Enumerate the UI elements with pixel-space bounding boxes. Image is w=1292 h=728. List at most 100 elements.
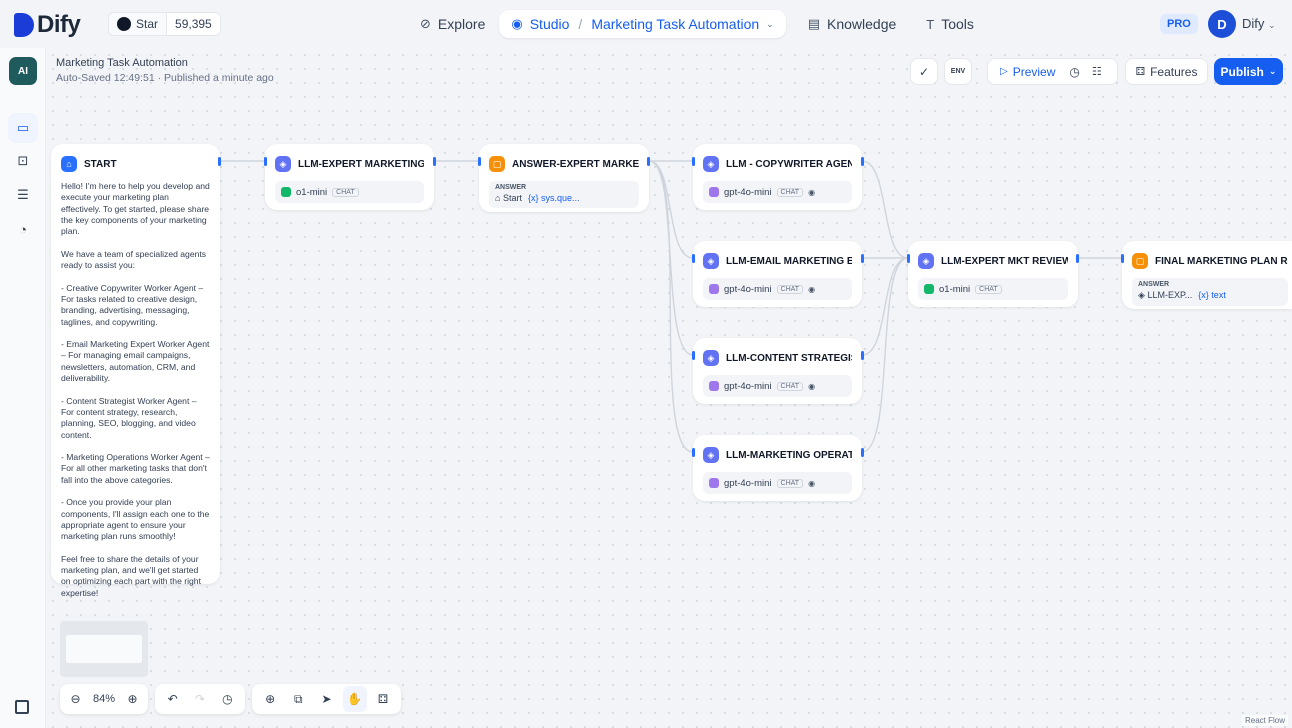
react-flow-attribution[interactable]: React Flow (1241, 715, 1288, 726)
llm-icon: ◈ (703, 350, 719, 366)
input-handle[interactable] (478, 157, 481, 166)
user-name[interactable]: Dify ⌄ (1242, 16, 1276, 31)
minimap[interactable] (60, 621, 148, 677)
llm-review-node[interactable]: ◈ LLM-EXPERT MKT REVIEW o1-mini CHAT (908, 241, 1078, 307)
dify-logo-icon (14, 13, 34, 37)
nav-tools[interactable]: T Tools (916, 10, 984, 38)
input-handle[interactable] (1121, 254, 1124, 263)
answer-label: ANSWER (495, 184, 527, 191)
llm-content-node[interactable]: ◈ LLM-CONTENT STRATEGIST gpt-4o-mini CHA… (693, 338, 862, 404)
answer-variable: {x} sys.que... (527, 193, 580, 203)
api-terminal-icon[interactable]: ⊡ (8, 146, 38, 176)
output-handle[interactable] (861, 157, 864, 166)
zoom-out-icon[interactable]: ⊖ (66, 686, 85, 712)
zoom-level[interactable]: 84% (89, 686, 119, 712)
answer-box: ANSWER ◈ LLM-EXP... {x} text (1132, 278, 1288, 306)
plan-badge[interactable]: PRO (1160, 14, 1198, 34)
avatar[interactable]: D (1208, 10, 1236, 38)
model-mode-badge: CHAT (776, 187, 804, 197)
minimap-viewport[interactable] (66, 635, 142, 663)
add-note-icon[interactable]: ⧉ (286, 686, 310, 712)
nav-explore-label: Explore (437, 16, 486, 32)
version-history-icon[interactable]: ◷ (216, 686, 239, 712)
input-handle[interactable] (907, 254, 910, 263)
input-handle[interactable] (692, 157, 695, 166)
llm-ops-node[interactable]: ◈ LLM-MARKETING OPERATION gpt-4o-mini CH… (693, 435, 862, 501)
model-mode-badge: CHAT (332, 187, 359, 197)
chevron-down-icon[interactable]: ⌄ (766, 19, 774, 30)
hand-icon[interactable]: ✋ (342, 686, 367, 712)
model-name: gpt-4o-mini (724, 186, 772, 198)
openai-icon (924, 284, 934, 294)
undo-icon[interactable]: ↶ (161, 686, 184, 712)
output-handle[interactable] (218, 157, 221, 166)
answer-expert-marketing-node[interactable]: ▢ ANSWER-EXPERT MARKETING ANSWER ⌂ Start… (479, 144, 649, 212)
checklist-icon[interactable]: ✓ (910, 58, 938, 85)
model-mode-badge: CHAT (776, 478, 804, 488)
output-handle[interactable] (861, 351, 864, 360)
chevron-down-icon: ⌄ (1268, 20, 1276, 30)
app-icon[interactable]: AI (9, 57, 37, 85)
nav-separator: / (578, 16, 583, 32)
history-icon[interactable]: ◷ (1069, 65, 1079, 79)
logo-text: Dify (37, 11, 81, 38)
orchestrate-icon[interactable]: ▭ (8, 113, 38, 143)
publish-button[interactable]: Publish ⌄ (1214, 58, 1283, 85)
model-selector: gpt-4o-mini CHAT ◉ (703, 472, 852, 494)
start-node[interactable]: ⌂ START Hello! I'm here to help you deve… (51, 144, 220, 598)
app-sidebar: AI ▭ ⊡ ☰ ◔ (0, 48, 46, 728)
app-title: Marketing Task Automation (56, 57, 188, 69)
llm-icon: ◈ (703, 447, 719, 463)
llm-email-node[interactable]: ◈ LLM-EMAIL MARKETING EXPE gpt-4o-mini C… (693, 241, 862, 307)
nav-knowledge[interactable]: ▤ Knowledge (798, 10, 907, 38)
input-handle[interactable] (264, 157, 267, 166)
model-selector: gpt-4o-mini CHAT ◉ (703, 375, 852, 397)
organize-icon[interactable]: ⚃ (371, 686, 395, 712)
answer-source: ⌂ Start (495, 193, 522, 203)
redo-icon[interactable]: ↷ (188, 686, 211, 712)
llm-copywriter-node[interactable]: ◈ LLM - COPYWRITER AGENT gpt-4o-mini CHA… (693, 144, 862, 210)
input-handle[interactable] (692, 254, 695, 263)
answer-icon: ▢ (489, 156, 505, 172)
node-title: LLM-EXPERT MARKETING (298, 158, 424, 170)
model-selector: o1-mini CHAT (275, 181, 424, 203)
output-handle[interactable] (647, 157, 650, 166)
github-star-button[interactable]: Star (109, 13, 168, 35)
output-handle[interactable] (1076, 254, 1079, 263)
features-button[interactable]: ⚃ Features (1125, 58, 1208, 85)
features-icon: ⚃ (1135, 66, 1146, 78)
app-selector-label[interactable]: Marketing Task Automation (591, 16, 759, 32)
output-handle[interactable] (433, 157, 436, 166)
output-handle[interactable] (861, 254, 864, 263)
zoom-in-icon[interactable]: ⊕ (123, 686, 142, 712)
start-opening-text: Hello! I'm here to help you develop and … (61, 181, 210, 598)
dify-logo[interactable]: Dify (14, 11, 81, 39)
output-handle[interactable] (861, 448, 864, 457)
llm-expert-marketing-node[interactable]: ◈ LLM-EXPERT MARKETING o1-mini CHAT (265, 144, 434, 210)
robot-icon: ◉ (511, 16, 523, 31)
logs-icon[interactable]: ☰ (8, 180, 38, 210)
features-label: Features (1150, 64, 1198, 79)
llm-icon: ◈ (918, 253, 934, 269)
preview-button[interactable]: ▷ Preview (1000, 65, 1055, 79)
preview-label: Preview (1012, 64, 1056, 79)
run-checklist-icon[interactable]: ☷ (1092, 65, 1102, 78)
input-handle[interactable] (692, 351, 695, 360)
pointer-icon[interactable]: ➤ (314, 686, 338, 712)
nav-explore[interactable]: ⊘ Explore (410, 10, 495, 38)
nav-studio[interactable]: ◉ Studio / Marketing Task Automation ⌄ (499, 10, 786, 38)
sidebar-toggle-icon[interactable] (15, 700, 29, 714)
answer-icon: ▢ (1132, 253, 1148, 269)
model-provider-icon (709, 381, 719, 391)
node-title: LLM-EMAIL MARKETING EXPE (726, 255, 852, 267)
llm-icon: ◈ (703, 156, 719, 172)
final-answer-node[interactable]: ▢ FINAL MARKETING PLAN REVI ANSWER ◈ LLM… (1122, 241, 1292, 309)
monitoring-icon[interactable]: ◔ (8, 214, 38, 244)
input-handle[interactable] (692, 448, 695, 457)
llm-icon: ◈ (1138, 290, 1145, 300)
env-button[interactable]: ENV (944, 58, 972, 85)
add-node-icon[interactable]: ⊕ (258, 686, 282, 712)
github-star-widget[interactable]: Star 59,395 (108, 12, 221, 36)
openai-icon (281, 187, 291, 197)
workflow-canvas[interactable] (46, 48, 1292, 728)
